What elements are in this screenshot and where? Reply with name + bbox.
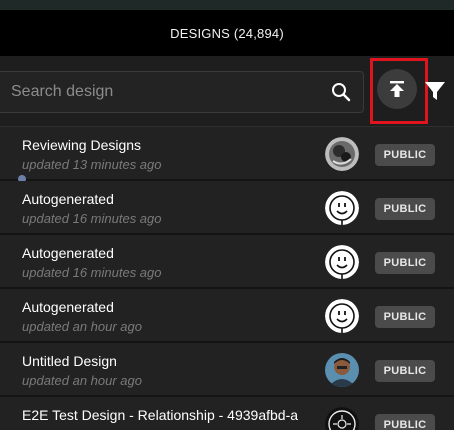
design-updated: updated 13 minutes ago bbox=[22, 157, 162, 172]
page-title: DESIGNS (24,894) bbox=[170, 25, 284, 41]
design-name: Reviewing Designs bbox=[22, 137, 142, 153]
upload-icon bbox=[390, 81, 404, 97]
visibility-badge[interactable]: PUBLIC bbox=[375, 144, 435, 166]
avatar bbox=[325, 137, 359, 171]
design-updated: updated an hour ago bbox=[22, 373, 142, 388]
filter-icon[interactable] bbox=[424, 80, 446, 102]
design-updated: updated an hour ago bbox=[22, 319, 142, 334]
visibility-badge[interactable]: PUBLIC bbox=[375, 414, 435, 430]
design-name: Autogenerated bbox=[22, 245, 114, 261]
design-updated: updated 16 minutes ago bbox=[22, 265, 162, 280]
visibility-badge[interactable]: PUBLIC bbox=[375, 306, 435, 328]
list-item[interactable]: E2E Test Design - Relationship - 4939afb… bbox=[0, 397, 454, 430]
design-name: E2E Test Design - Relationship - 4939afb… bbox=[22, 407, 299, 423]
avatar bbox=[325, 245, 359, 279]
header-bar: DESIGNS (24,894) bbox=[0, 10, 454, 56]
list-item[interactable]: Reviewing Designs updated 13 minutes ago… bbox=[0, 127, 454, 183]
avatar bbox=[325, 191, 359, 225]
avatar bbox=[325, 299, 359, 333]
search-input[interactable] bbox=[11, 72, 321, 112]
search-box bbox=[0, 71, 364, 113]
search-icon[interactable] bbox=[331, 82, 351, 102]
list-item[interactable]: Untitled Design updated an hour ago PUBL… bbox=[0, 343, 454, 397]
list-item[interactable]: Autogenerated updated an hour ago PUBLIC bbox=[0, 289, 454, 343]
design-updated: updated 16 minutes ago bbox=[22, 211, 162, 226]
toolbar bbox=[0, 56, 454, 126]
design-name: Untitled Design bbox=[22, 353, 117, 369]
avatar bbox=[325, 407, 359, 430]
visibility-badge[interactable]: PUBLIC bbox=[375, 198, 435, 220]
list-item[interactable]: Autogenerated updated 16 minutes ago PUB… bbox=[0, 181, 454, 235]
upload-button[interactable] bbox=[377, 69, 417, 109]
design-list: Reviewing Designs updated 13 minutes ago… bbox=[0, 127, 454, 430]
design-name: Autogenerated bbox=[22, 299, 114, 315]
avatar bbox=[325, 353, 359, 387]
top-strip bbox=[0, 0, 454, 10]
visibility-badge[interactable]: PUBLIC bbox=[375, 360, 435, 382]
visibility-badge[interactable]: PUBLIC bbox=[375, 252, 435, 274]
list-item[interactable]: Autogenerated updated 16 minutes ago PUB… bbox=[0, 235, 454, 289]
design-name: Autogenerated bbox=[22, 191, 114, 207]
